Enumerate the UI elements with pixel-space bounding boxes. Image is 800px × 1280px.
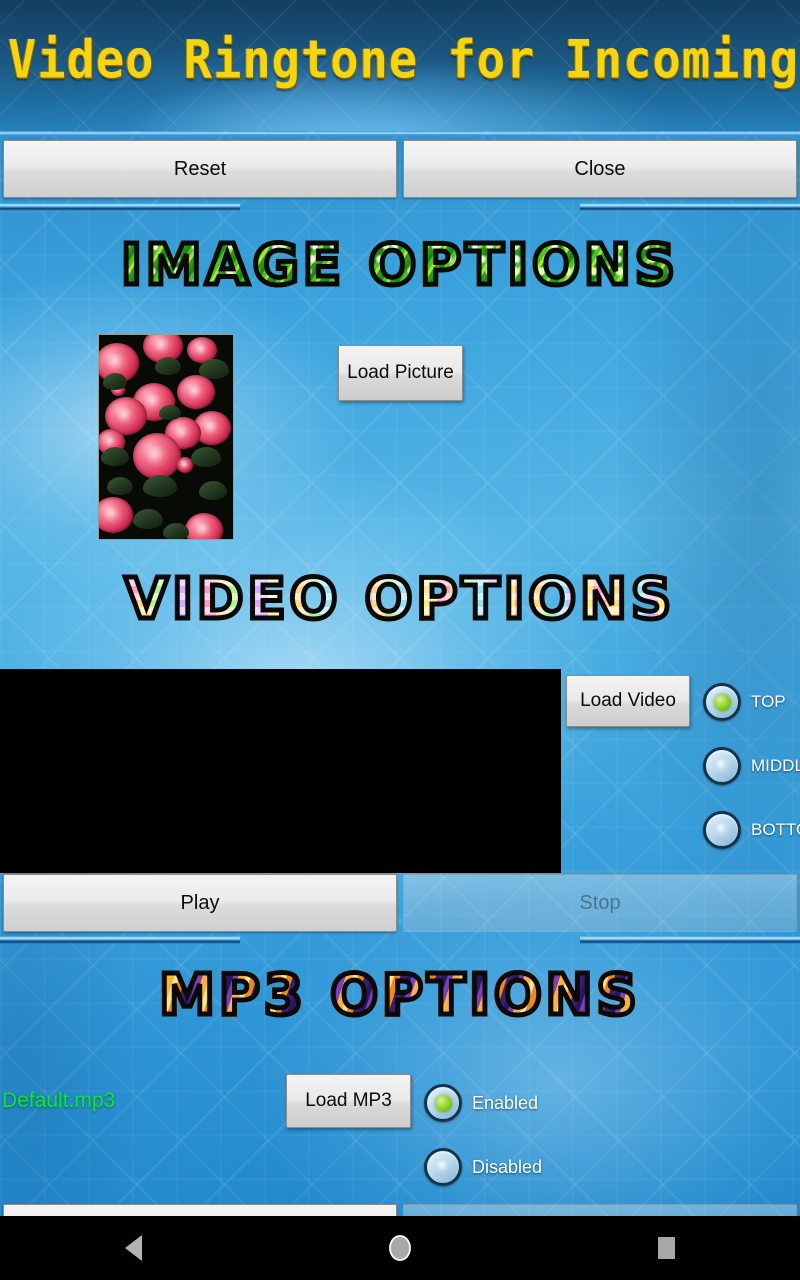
video-preview-surface[interactable] (0, 669, 561, 873)
image-options-heading: IMAGE OPTIONS (0, 233, 800, 298)
roses-image (99, 335, 233, 539)
radio-position-middle[interactable]: MIDDLE (703, 747, 800, 785)
image-thumbnail-preview[interactable] (98, 334, 234, 540)
app-screen: Video Ringtone for Incoming Call Reset C… (0, 0, 800, 1280)
android-navigation-bar (0, 1216, 800, 1280)
radio-button-top-icon[interactable] (703, 683, 741, 721)
radio-position-bottom[interactable]: BOTTOM (703, 811, 800, 849)
radio-button-middle-icon[interactable] (703, 747, 741, 785)
mp3-options-heading: MP3 OPTIONS (0, 963, 800, 1028)
topbar-button-row: Reset Close (0, 140, 800, 198)
video-options-heading-text: VIDEO OPTIONS (122, 567, 676, 632)
nav-back-button[interactable] (73, 1216, 193, 1280)
video-playback-button-row: Play Stop (0, 874, 800, 932)
page-title: Video Ringtone for Incoming Call (8, 34, 800, 87)
video-options-heading: VIDEO OPTIONS (0, 567, 800, 632)
radio-position-top[interactable]: TOP (703, 683, 786, 721)
radio-mp3-disabled[interactable]: Disabled (424, 1148, 542, 1186)
radio-button-disabled-icon[interactable] (424, 1148, 462, 1186)
mp3-options-heading-text: MP3 OPTIONS (157, 963, 641, 1028)
play-button[interactable]: Play (3, 874, 397, 932)
radio-label-bottom: BOTTOM (751, 820, 800, 839)
back-icon (124, 1235, 142, 1261)
home-icon (388, 1235, 411, 1261)
radio-label-middle: MIDDLE (751, 756, 800, 775)
radio-label-disabled: Disabled (472, 1156, 543, 1177)
radio-mp3-enabled[interactable]: Enabled (424, 1084, 538, 1122)
app-header: Video Ringtone for Incoming Call (0, 0, 800, 131)
load-mp3-button[interactable]: Load MP3 (286, 1074, 411, 1128)
image-options-heading-text: IMAGE OPTIONS (118, 233, 680, 298)
reset-button[interactable]: Reset (3, 140, 397, 198)
stop-button[interactable]: Stop (403, 874, 797, 932)
load-picture-button[interactable]: Load Picture (338, 345, 463, 401)
close-button[interactable]: Close (403, 140, 797, 198)
radio-label-top: TOP (751, 692, 786, 711)
radio-button-enabled-icon[interactable] (424, 1084, 462, 1122)
load-video-button[interactable]: Load Video (566, 675, 690, 727)
radio-label-enabled: Enabled (472, 1092, 539, 1113)
nav-recents-button[interactable] (607, 1216, 727, 1280)
nav-home-button[interactable] (340, 1216, 460, 1280)
recents-icon (658, 1237, 676, 1259)
radio-button-bottom-icon[interactable] (703, 811, 741, 849)
mp3-filename-label: Default.mp3 (2, 1089, 116, 1112)
